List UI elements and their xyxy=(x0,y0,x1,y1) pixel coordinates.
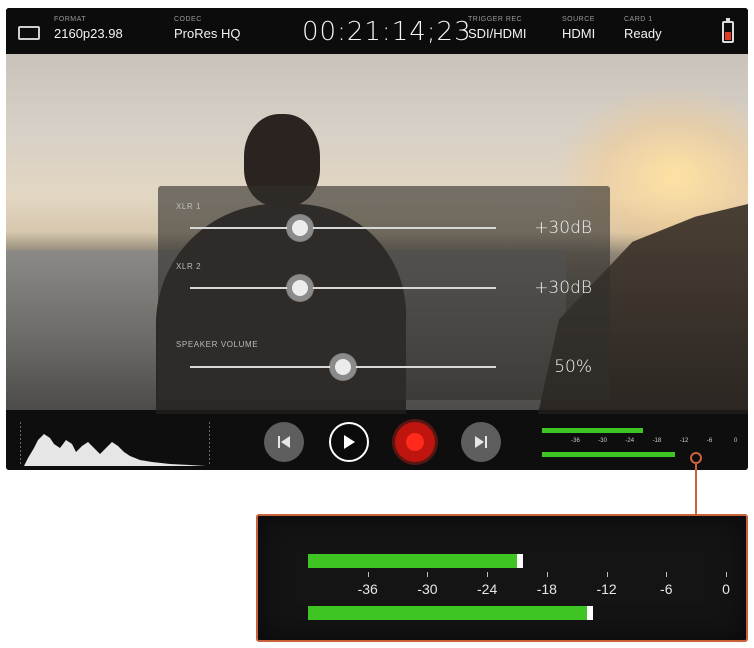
xlr2-value: +30dB xyxy=(534,278,592,298)
record-button[interactable] xyxy=(395,422,435,462)
status-bar: FORMAT 2160p23.98 CODEC ProRes HQ 00:21:… xyxy=(6,8,748,54)
audio-meter-tick xyxy=(726,572,727,577)
source-label: SOURCE xyxy=(562,16,595,23)
audio-meter-tick-label: -6 xyxy=(660,581,673,597)
audio-meter-mini-scale: -36 -30 -24 -18 -12 -6 0 xyxy=(542,438,742,448)
skip-back-icon xyxy=(278,436,290,448)
callout-line xyxy=(695,464,697,514)
audio-meter-mini-tick-label: -12 xyxy=(679,438,689,444)
audio-meter-zoom: -36 -30 -24 -18 -12 -6 0 xyxy=(256,514,748,642)
play-icon xyxy=(344,435,355,449)
monitor-screen: FORMAT 2160p23.98 CODEC ProRes HQ 00:21:… xyxy=(6,8,748,470)
callout-marker xyxy=(690,452,702,464)
audio-meter-channel-2-peak xyxy=(586,606,593,620)
codec-label: CODEC xyxy=(174,16,202,23)
audio-meter-mini-tick-label: -36 xyxy=(571,438,580,444)
audio-meter-channel-2-bar xyxy=(308,606,587,620)
timecode[interactable]: 00:21:14;23 xyxy=(302,17,472,47)
source-value: HDMI xyxy=(562,26,596,41)
audio-meter-tick xyxy=(367,572,369,577)
audio-meter-mini-channel-1 xyxy=(542,428,643,433)
audio-meter-tick xyxy=(666,572,668,577)
audio-meter-mini-tick-label: 0 xyxy=(734,438,738,444)
audio-meter-tick-label: -24 xyxy=(477,581,498,597)
audio-meter-channel-1-peak xyxy=(517,554,523,568)
card-field[interactable]: CARD 1 Ready xyxy=(624,16,662,41)
format-label: FORMAT xyxy=(54,16,87,23)
xlr1-slider-track[interactable] xyxy=(190,227,496,229)
audio-meter-tick-label: -12 xyxy=(596,581,617,597)
histogram-shape xyxy=(24,434,206,466)
audio-meter-mini-tick-label: -24 xyxy=(625,438,635,444)
audio-meter-channel-1-bar xyxy=(308,554,517,568)
trigger-rec-label: TRIGGER REC xyxy=(468,16,523,23)
audio-meter-tick xyxy=(546,572,548,577)
transport-bar: -36 -30 -24 -18 -12 -6 0 xyxy=(6,410,748,470)
audio-meter-tick xyxy=(427,572,429,577)
audio-meter-tick-label: 0 xyxy=(722,581,730,597)
trigger-rec-value: SDI/HDMI xyxy=(468,26,527,41)
trigger-rec-field[interactable]: TRIGGER REC SDI/HDMI xyxy=(468,16,527,41)
xlr2-slider-knob[interactable] xyxy=(287,275,314,301)
audio-meter-mini[interactable]: -36 -30 -24 -18 -12 -6 0 xyxy=(542,424,742,464)
card-label: CARD 1 xyxy=(624,16,653,23)
audio-meter-mini-tick-label: -30 xyxy=(598,438,607,444)
histogram xyxy=(20,422,210,466)
codec-value: ProRes HQ xyxy=(174,26,241,41)
battery-icon xyxy=(722,18,734,43)
speaker-volume-label: SPEAKER VOLUME xyxy=(176,340,259,349)
audio-meter-tick-label: -36 xyxy=(357,581,378,597)
speaker-volume-value: 50% xyxy=(554,357,592,377)
audio-meter-scale: -36 -30 -24 -18 -12 -6 0 xyxy=(258,572,750,598)
source-field[interactable]: SOURCE HDMI xyxy=(562,16,595,41)
record-icon xyxy=(406,433,424,451)
audio-meter-mini-tick-label: -18 xyxy=(652,438,662,444)
battery-level xyxy=(725,32,731,40)
xlr1-slider-knob[interactable] xyxy=(287,215,314,241)
play-button[interactable] xyxy=(329,422,369,462)
display-icon[interactable] xyxy=(18,26,40,40)
skip-back-button[interactable] xyxy=(264,422,304,462)
audio-meter-tick xyxy=(487,572,489,577)
audio-meter-mini-channel-2 xyxy=(542,452,675,457)
audio-meter-mini-tick-label: -6 xyxy=(706,438,713,444)
skip-forward-icon xyxy=(475,436,487,448)
speaker-volume-slider-knob[interactable] xyxy=(330,354,356,380)
audio-meter-tick-label: -18 xyxy=(536,581,557,597)
card-value: Ready xyxy=(624,26,662,41)
codec-field[interactable]: CODEC ProRes HQ xyxy=(174,16,240,41)
audio-meter-tick xyxy=(606,572,608,577)
xlr2-slider-track[interactable] xyxy=(190,287,496,289)
xlr2-label: XLR 2 xyxy=(176,262,202,271)
audio-settings-panel: XLR 1 +30dB XLR 2 +30dB SPEAKER VOLUME 5… xyxy=(158,186,610,400)
xlr1-label: XLR 1 xyxy=(176,202,202,211)
audio-meter-tick-label: -30 xyxy=(417,581,438,597)
xlr1-value: +30dB xyxy=(534,218,592,238)
format-value: 2160p23.98 xyxy=(54,26,123,41)
format-field[interactable]: FORMAT 2160p23.98 xyxy=(54,16,123,41)
skip-forward-button[interactable] xyxy=(461,422,501,462)
